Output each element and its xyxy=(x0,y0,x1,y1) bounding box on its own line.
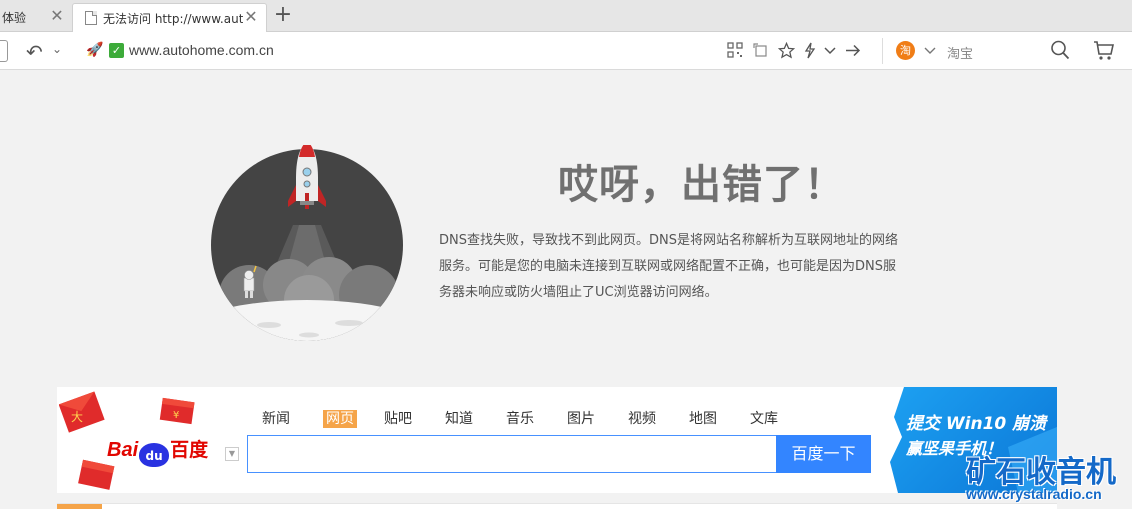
nav-item[interactable]: 图片 xyxy=(567,408,628,428)
toolbar-divider xyxy=(882,38,883,64)
watermark-title: 矿石收音机 xyxy=(966,455,1116,490)
address-bar: ↶ ⌄ 🚀 ✓ www.autohome.com.cn 淘 淘宝 xyxy=(0,32,1132,70)
chevron-down-icon[interactable] xyxy=(824,42,836,63)
baidu-logo[interactable]: Bai du 百度 xyxy=(107,435,209,467)
red-envelope-decoration: ¥ xyxy=(159,397,195,431)
baidu-search-input[interactable] xyxy=(247,435,776,473)
baidu-search-button[interactable]: 百度一下 xyxy=(776,435,871,473)
svg-text:¥: ¥ xyxy=(173,410,179,421)
nav-item[interactable]: 视频 xyxy=(628,408,689,428)
rocket-illustration xyxy=(209,141,405,341)
tab-background[interactable]: 体验 ✕ xyxy=(0,3,70,32)
tab-label: 体验 xyxy=(2,11,27,25)
tab-strip: 体验 ✕ 无法访问 http://www.autohome.com.cn ✕ + xyxy=(0,0,1132,32)
logo-text: 百度 xyxy=(170,439,209,461)
red-envelope-decoration: 大 xyxy=(58,391,105,439)
speedup-icon[interactable]: 🚀 xyxy=(86,42,103,58)
watermark-url: www.crystalradio.cn xyxy=(966,486,1102,502)
error-title: 哎呀，出错了！ xyxy=(558,162,845,208)
nav-item[interactable]: 新闻 xyxy=(262,408,323,428)
star-icon[interactable] xyxy=(777,41,796,63)
baidu-search-panel: 大 ¥ Bai du 百度 ▼ 新闻 网页 贴吧 知道 音乐 图片 视频 地图 … xyxy=(57,387,1057,493)
nav-item-label: 网页 xyxy=(323,410,357,428)
nav-item[interactable]: 贴吧 xyxy=(384,408,445,428)
nav-item-active[interactable]: 网页 xyxy=(323,408,384,428)
svg-text:大: 大 xyxy=(71,410,83,424)
error-description: DNS查找失败，导致找不到此网页。DNS是将网站名称解析为互联网地址的网络服务。… xyxy=(439,233,898,300)
chevron-down-icon[interactable]: ▼ xyxy=(225,447,239,461)
undo-icon[interactable]: ↶ xyxy=(26,40,43,64)
nav-item[interactable]: 地图 xyxy=(689,408,750,428)
close-tab-icon[interactable]: ✕ xyxy=(244,9,258,25)
tab-label: 无法访问 http://www.autohome.com.cn xyxy=(103,11,243,26)
lightning-icon[interactable] xyxy=(804,42,816,63)
search-icon[interactable] xyxy=(1050,39,1070,65)
baidu-nav: 新闻 网页 贴吧 知道 音乐 图片 视频 地图 文库 xyxy=(262,408,811,428)
close-tab-icon[interactable]: ✕ xyxy=(50,8,64,24)
taobao-logo-icon[interactable]: 淘 xyxy=(896,41,915,60)
logo-text: Bai xyxy=(107,439,139,461)
tab-active[interactable]: 无法访问 http://www.autohome.com.cn ✕ xyxy=(72,3,267,32)
bottom-panel-edge xyxy=(57,503,1057,509)
new-tab-button[interactable]: + xyxy=(272,3,294,27)
search-input[interactable]: 淘宝 xyxy=(947,43,973,62)
nav-item[interactable]: 文库 xyxy=(750,408,811,428)
sidebar-toggle-button[interactable] xyxy=(0,40,8,62)
page-icon xyxy=(85,11,97,25)
nav-item[interactable]: 知道 xyxy=(445,408,506,428)
qrcode-icon[interactable] xyxy=(727,42,743,62)
red-envelope-decoration xyxy=(77,459,117,497)
url-field[interactable]: www.autohome.com.cn xyxy=(129,42,274,58)
nav-item[interactable]: 音乐 xyxy=(506,408,567,428)
promo-text: 提交 Win10 崩溃 xyxy=(906,414,1047,434)
secure-check-icon: ✓ xyxy=(109,43,124,58)
chevron-down-icon[interactable] xyxy=(924,43,936,60)
screenshot-icon[interactable] xyxy=(753,42,769,62)
go-arrow-icon[interactable] xyxy=(845,42,861,63)
paw-icon: du xyxy=(139,443,170,467)
chevron-down-icon[interactable]: ⌄ xyxy=(52,42,62,56)
cart-icon[interactable] xyxy=(1093,39,1115,65)
